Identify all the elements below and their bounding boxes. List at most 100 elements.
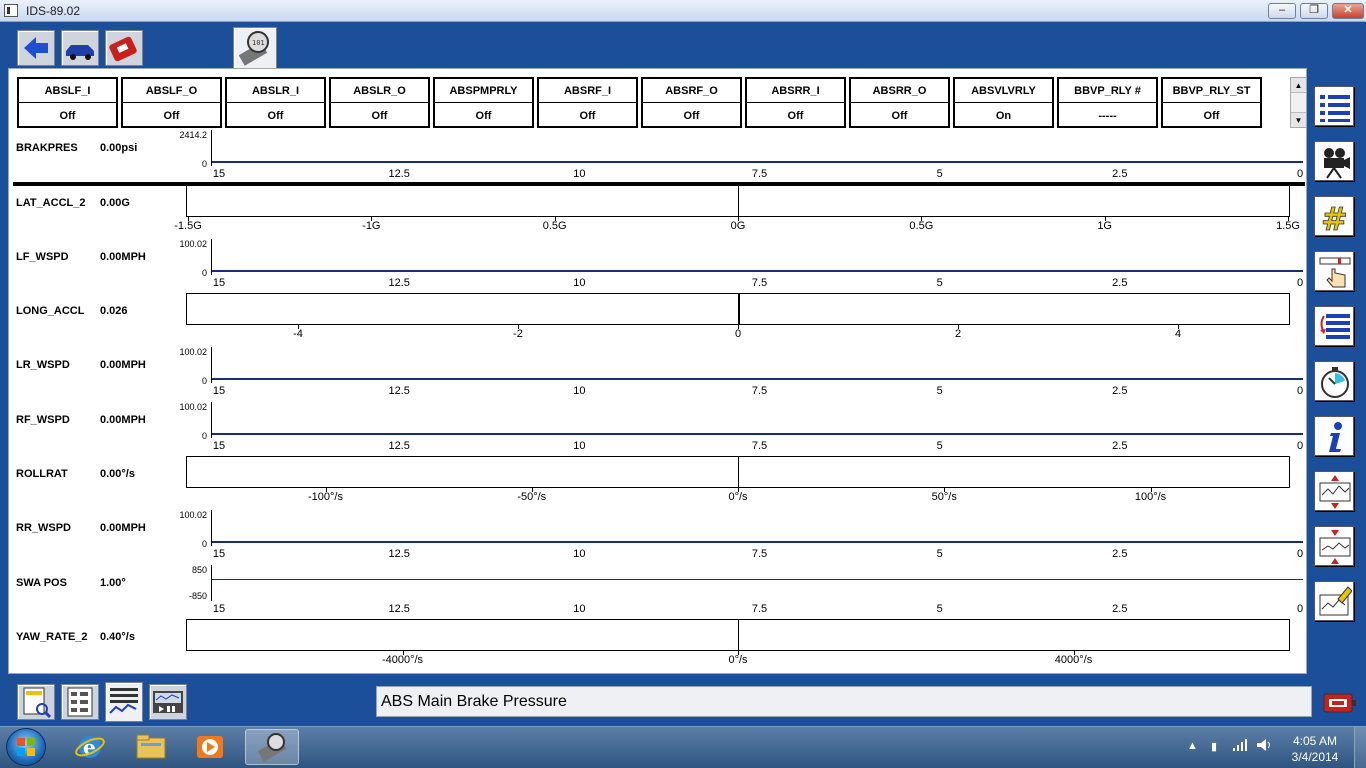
restore-button[interactable]: ❐ bbox=[1300, 3, 1328, 19]
taskbar-ie[interactable]: e bbox=[63, 729, 117, 765]
time-tick: 0 bbox=[1296, 440, 1304, 452]
datalogger-tab-button[interactable] bbox=[105, 682, 143, 722]
time-plot: 100.02 0 15 12.5 10 7.5 5 2.5 0 bbox=[175, 239, 1304, 293]
y-max-label: 100.02 bbox=[179, 510, 207, 520]
gauge-indicator bbox=[738, 294, 740, 324]
signal-name: LAT_ACCL_2 bbox=[16, 197, 86, 209]
gauge-tick-mark bbox=[921, 216, 923, 221]
datalogger-panel: ABSLF_I Off ABSLF_O Off ABSLR_I Off ABSLR_O Off… bbox=[8, 68, 1307, 674]
network-signal-icon[interactable] bbox=[1232, 738, 1248, 755]
signal-trace bbox=[212, 579, 1303, 580]
time-tick: 5 bbox=[936, 277, 943, 289]
param-value: Off bbox=[891, 110, 908, 122]
app-icon[interactable] bbox=[4, 4, 18, 17]
taskbar-media[interactable] bbox=[184, 729, 238, 765]
gauge-tick-mark bbox=[1150, 487, 1152, 492]
signal-trace bbox=[212, 161, 1303, 163]
time-plot: 100.02 0 15 12.5 10 7.5 5 2.5 0 bbox=[175, 347, 1303, 401]
param-box-7[interactable]: ABSRR_I Off bbox=[745, 77, 846, 128]
taskbar-explorer[interactable] bbox=[124, 729, 178, 765]
param-box-8[interactable]: ABSRR_O Off bbox=[849, 77, 950, 128]
param-value: Off bbox=[267, 110, 284, 122]
signal-row-long[interactable]: LONG_ACCL 0.026 -4 -2 0 2 4 bbox=[9, 293, 1306, 347]
time-tick: 5 bbox=[936, 603, 943, 615]
time-tick: 2.5 bbox=[1112, 385, 1128, 397]
clear-graph-button[interactable] bbox=[1314, 581, 1354, 621]
speaker-icon bbox=[1257, 739, 1270, 751]
gauge-tick-mark bbox=[738, 216, 739, 221]
param-name: ABSLF_I bbox=[19, 79, 116, 103]
signal-value: 0.00MPH bbox=[100, 522, 146, 534]
modules-button[interactable] bbox=[61, 684, 99, 720]
signal-row-brakpres[interactable]: BRAKPRES 0.00psi 2414.2 0 15 12.5 10 7.5 5 2.5 0 bbox=[9, 130, 1306, 184]
tray-expand-icon[interactable]: ▲ bbox=[1187, 740, 1198, 752]
back-button[interactable] bbox=[17, 30, 55, 66]
signal-row-lrw[interactable]: LR_WSPD 0.00MPH 100.02 0 15 12.5 10 7.5 5 2.5 0 bbox=[9, 347, 1306, 401]
param-box-11[interactable]: BBVP_RLY_ST Off bbox=[1161, 77, 1262, 128]
show-desktop-button[interactable] bbox=[1354, 727, 1366, 768]
param-box-5[interactable]: ABSRF_I Off bbox=[537, 77, 638, 128]
signal-row-lfw[interactable]: LF_WSPD 0.00MPH 100.02 0 15 12.5 10 7.5 5 2.5 0 bbox=[9, 239, 1306, 293]
zoom-out-graph-button[interactable] bbox=[1314, 526, 1354, 566]
volume-icon[interactable] bbox=[1256, 738, 1274, 755]
param-value: ----- bbox=[1098, 110, 1117, 122]
y-min-label: -850 bbox=[188, 591, 207, 601]
info-button[interactable] bbox=[1314, 416, 1354, 456]
list-view-button[interactable] bbox=[1314, 86, 1354, 126]
toolbox-button[interactable] bbox=[105, 30, 143, 66]
record-button[interactable] bbox=[1314, 141, 1354, 181]
vehicle-button[interactable] bbox=[61, 30, 99, 66]
battery-icon[interactable]: ▮ bbox=[1211, 740, 1217, 753]
signal-row-roll[interactable]: ROLLRAT 0.00°/s -100°/s -50°/s 0°/s 50°/s 100°… bbox=[9, 456, 1306, 510]
param-box-10[interactable]: BBVP_RLY # ----- bbox=[1057, 77, 1158, 128]
signal-row-swa[interactable]: SWA POS 1.00° 850 -850 15 12.5 10 7.5 5 2.5 0 bbox=[9, 565, 1306, 619]
y-max-label: 100.02 bbox=[179, 347, 207, 357]
scroll-up-icon[interactable]: ▲ bbox=[1291, 78, 1306, 93]
zoom-in-graph-button[interactable] bbox=[1314, 471, 1354, 511]
signal-row-yaw[interactable]: YAW_RATE_2 0.40°/s -4000°/s 0°/s 4000°/s bbox=[9, 619, 1306, 673]
param-value: Off bbox=[371, 110, 388, 122]
graph-eraser-icon bbox=[1319, 586, 1352, 616]
gauge-tick: 0.5G bbox=[542, 220, 567, 232]
list-edit-button[interactable] bbox=[1314, 306, 1354, 346]
gauge-tick-mark bbox=[958, 324, 959, 329]
start-button[interactable] bbox=[6, 728, 46, 766]
report-search-icon bbox=[23, 687, 52, 719]
time-tick: 5 bbox=[936, 168, 943, 180]
scroll-down-icon[interactable]: ▼ bbox=[1291, 112, 1306, 127]
param-box-3[interactable]: ABSLR_O Off bbox=[329, 77, 430, 128]
vcm-status-button[interactable] bbox=[1320, 690, 1358, 716]
timer-button[interactable] bbox=[1314, 361, 1354, 401]
time-tick: 10 bbox=[573, 603, 586, 615]
param-box-4[interactable]: ABSPMPRLY Off bbox=[433, 77, 534, 128]
minimize-button[interactable]: – bbox=[1268, 3, 1296, 19]
signal-row-rrw[interactable]: RR_WSPD 0.00MPH 100.02 0 15 12.5 10 7.5 5 2.5 0 bbox=[9, 510, 1306, 564]
gauge-tick: -100°/s bbox=[308, 491, 343, 503]
taskbar-clock[interactable]: 4:05 AM 3/4/2014 bbox=[1282, 733, 1348, 765]
param-box-2[interactable]: ABSLR_I Off bbox=[225, 77, 326, 128]
param-box-1[interactable]: ABSLF_O Off bbox=[121, 77, 222, 128]
y-min-label: 0 bbox=[201, 159, 207, 169]
list-icon bbox=[1320, 95, 1350, 122]
param-box-6[interactable]: ABSRF_O Off bbox=[641, 77, 742, 128]
time-tick: 0 bbox=[1296, 277, 1304, 289]
datalogger-button[interactable]: 101 bbox=[233, 27, 277, 69]
numeric-view-button[interactable]: # bbox=[1314, 196, 1354, 236]
report-button[interactable] bbox=[17, 684, 55, 720]
taskbar-ids[interactable] bbox=[245, 729, 299, 765]
time-tick: 2.5 bbox=[1112, 440, 1128, 452]
param-box-0[interactable]: ABSLF_I Off bbox=[17, 77, 118, 128]
header-scrollbar[interactable]: ▲ ▼ bbox=[1290, 77, 1306, 128]
gauge-tick: -50°/s bbox=[517, 491, 547, 503]
signal-value: 0.40°/s bbox=[100, 631, 135, 643]
select-pid-button[interactable] bbox=[1314, 251, 1354, 291]
internet-explorer-icon: e bbox=[75, 735, 105, 759]
signal-row-lat[interactable]: LAT_ACCL_2 0.00G -1.5G -1G 0.5G 0G 0.5G 1G 1.5G bbox=[9, 185, 1306, 239]
signal-row-rfw[interactable]: RF_WSPD 0.00MPH 100.02 0 15 12.5 10 7.5 5 2.5 0 bbox=[9, 402, 1306, 456]
gauge-center-line bbox=[738, 620, 739, 650]
close-button[interactable]: ✕ bbox=[1332, 3, 1364, 19]
playback-button[interactable] bbox=[149, 684, 187, 720]
gauge-tick: -2 bbox=[513, 328, 523, 340]
param-value: Off bbox=[1203, 110, 1220, 122]
param-box-9[interactable]: ABSVLVRLY On bbox=[953, 77, 1054, 128]
